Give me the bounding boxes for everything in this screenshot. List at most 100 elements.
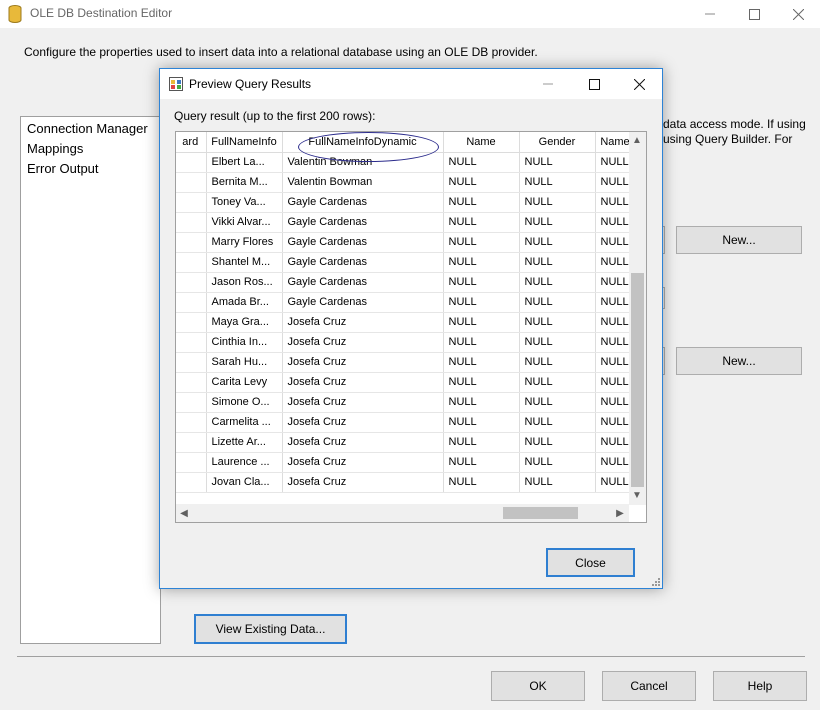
- table-cell[interactable]: [176, 292, 207, 313]
- table-row[interactable]: Marry Flores Gayle Cardenas NULL NULL NULL: [176, 232, 636, 253]
- table-cell[interactable]: Gayle Cardenas: [282, 272, 444, 293]
- column-header[interactable]: FullNameInfoDynamic: [282, 132, 444, 153]
- table-row[interactable]: Vikki Alvar... Gayle Cardenas NULL NULL NULL: [176, 212, 636, 233]
- table-cell[interactable]: [176, 472, 207, 493]
- table-cell[interactable]: Marry Flores: [206, 232, 283, 253]
- table-cell[interactable]: [176, 312, 207, 333]
- table-cell[interactable]: NULL: [519, 312, 596, 333]
- column-header[interactable]: Name: [443, 132, 520, 153]
- cancel-button[interactable]: Cancel: [602, 671, 696, 701]
- table-cell[interactable]: Maya Gra...: [206, 312, 283, 333]
- column-header[interactable]: FullNameInfo: [206, 132, 283, 153]
- table-cell[interactable]: NULL: [443, 252, 520, 273]
- table-cell[interactable]: [176, 192, 207, 213]
- close-window-button[interactable]: [776, 0, 820, 28]
- table-cell[interactable]: [176, 352, 207, 373]
- table-cell[interactable]: NULL: [443, 432, 520, 453]
- nav-item-mappings[interactable]: Mappings: [27, 141, 83, 156]
- table-cell[interactable]: [176, 212, 207, 233]
- table-row[interactable]: Bernita M... Valentin Bowman NULL NULL NULL: [176, 172, 636, 193]
- table-row[interactable]: Shantel M... Gayle Cardenas NULL NULL NULL: [176, 252, 636, 273]
- table-cell[interactable]: NULL: [519, 252, 596, 273]
- maximize-button[interactable]: [732, 0, 776, 28]
- table-cell[interactable]: NULL: [519, 212, 596, 233]
- table-row[interactable]: Elbert La... Valentin Bowman NULL NULL NULL: [176, 152, 636, 173]
- table-cell[interactable]: NULL: [443, 372, 520, 393]
- dialog-close-icon-button[interactable]: [616, 69, 662, 99]
- table-row[interactable]: Sarah Hu... Josefa Cruz NULL NULL NULL: [176, 352, 636, 373]
- table-cell[interactable]: Josefa Cruz: [282, 312, 444, 333]
- table-cell[interactable]: NULL: [519, 192, 596, 213]
- scroll-down-arrow-icon[interactable]: ▼: [629, 487, 645, 503]
- dialog-maximize-button[interactable]: [571, 69, 617, 99]
- table-cell[interactable]: NULL: [519, 232, 596, 253]
- table-cell[interactable]: Jason Ros...: [206, 272, 283, 293]
- new-table-button[interactable]: New...: [676, 347, 802, 375]
- table-cell[interactable]: NULL: [443, 192, 520, 213]
- dialog-close-button[interactable]: Close: [546, 548, 635, 577]
- table-row[interactable]: Carmelita ... Josefa Cruz NULL NULL NULL: [176, 412, 636, 433]
- table-cell[interactable]: NULL: [519, 412, 596, 433]
- table-cell[interactable]: Lizette Ar...: [206, 432, 283, 453]
- table-row[interactable]: Laurence ... Josefa Cruz NULL NULL NULL: [176, 452, 636, 473]
- table-cell[interactable]: [176, 272, 207, 293]
- table-cell[interactable]: Carmelita ...: [206, 412, 283, 433]
- table-cell[interactable]: Josefa Cruz: [282, 372, 444, 393]
- table-cell[interactable]: NULL: [519, 392, 596, 413]
- column-header[interactable]: ard: [176, 132, 207, 153]
- table-cell[interactable]: [176, 412, 207, 433]
- table-row[interactable]: Maya Gra... Josefa Cruz NULL NULL NULL: [176, 312, 636, 333]
- table-cell[interactable]: Gayle Cardenas: [282, 252, 444, 273]
- table-cell[interactable]: [176, 372, 207, 393]
- table-cell[interactable]: Amada Br...: [206, 292, 283, 313]
- table-cell[interactable]: [176, 172, 207, 193]
- table-cell[interactable]: Josefa Cruz: [282, 432, 444, 453]
- table-cell[interactable]: Josefa Cruz: [282, 332, 444, 353]
- nav-item-error-output[interactable]: Error Output: [27, 161, 99, 176]
- table-cell[interactable]: NULL: [519, 332, 596, 353]
- scroll-left-arrow-icon[interactable]: ◀: [176, 505, 192, 521]
- table-cell[interactable]: NULL: [443, 172, 520, 193]
- table-cell[interactable]: NULL: [443, 412, 520, 433]
- dialog-minimize-button[interactable]: [525, 69, 571, 99]
- table-cell[interactable]: Valentin Bowman: [282, 152, 444, 173]
- table-cell[interactable]: Gayle Cardenas: [282, 292, 444, 313]
- table-cell[interactable]: NULL: [443, 232, 520, 253]
- table-cell[interactable]: [176, 332, 207, 353]
- table-row[interactable]: Cinthia In... Josefa Cruz NULL NULL NULL: [176, 332, 636, 353]
- table-cell[interactable]: [176, 252, 207, 273]
- table-cell[interactable]: Jovan Cla...: [206, 472, 283, 493]
- table-cell[interactable]: Valentin Bowman: [282, 172, 444, 193]
- table-cell[interactable]: Elbert La...: [206, 152, 283, 173]
- table-cell[interactable]: NULL: [519, 452, 596, 473]
- table-cell[interactable]: Josefa Cruz: [282, 452, 444, 473]
- table-row[interactable]: Jason Ros... Gayle Cardenas NULL NULL NULL: [176, 272, 636, 293]
- table-cell[interactable]: NULL: [443, 292, 520, 313]
- table-cell[interactable]: Carita Levy: [206, 372, 283, 393]
- view-existing-data-button[interactable]: View Existing Data...: [194, 614, 347, 644]
- horizontal-scrollbar[interactable]: ◀ ▶: [176, 504, 629, 522]
- table-row[interactable]: Amada Br... Gayle Cardenas NULL NULL NULL: [176, 292, 636, 313]
- table-cell[interactable]: [176, 232, 207, 253]
- table-row[interactable]: Simone O... Josefa Cruz NULL NULL NULL: [176, 392, 636, 413]
- table-cell[interactable]: Vikki Alvar...: [206, 212, 283, 233]
- table-cell[interactable]: [176, 432, 207, 453]
- table-cell[interactable]: NULL: [519, 152, 596, 173]
- table-cell[interactable]: Sarah Hu...: [206, 352, 283, 373]
- ok-button[interactable]: OK: [491, 671, 585, 701]
- table-cell[interactable]: Shantel M...: [206, 252, 283, 273]
- vertical-scrollbar[interactable]: ▲ ▼: [629, 132, 646, 505]
- table-cell[interactable]: NULL: [443, 312, 520, 333]
- table-cell[interactable]: Laurence ...: [206, 452, 283, 473]
- table-cell[interactable]: Gayle Cardenas: [282, 232, 444, 253]
- table-cell[interactable]: Gayle Cardenas: [282, 212, 444, 233]
- table-row[interactable]: Lizette Ar... Josefa Cruz NULL NULL NULL: [176, 432, 636, 453]
- table-cell[interactable]: NULL: [519, 172, 596, 193]
- table-cell[interactable]: NULL: [443, 152, 520, 173]
- table-cell[interactable]: Josefa Cruz: [282, 392, 444, 413]
- table-cell[interactable]: NULL: [443, 332, 520, 353]
- table-cell[interactable]: NULL: [519, 432, 596, 453]
- table-cell[interactable]: NULL: [519, 272, 596, 293]
- table-cell[interactable]: Josefa Cruz: [282, 412, 444, 433]
- table-cell[interactable]: [176, 392, 207, 413]
